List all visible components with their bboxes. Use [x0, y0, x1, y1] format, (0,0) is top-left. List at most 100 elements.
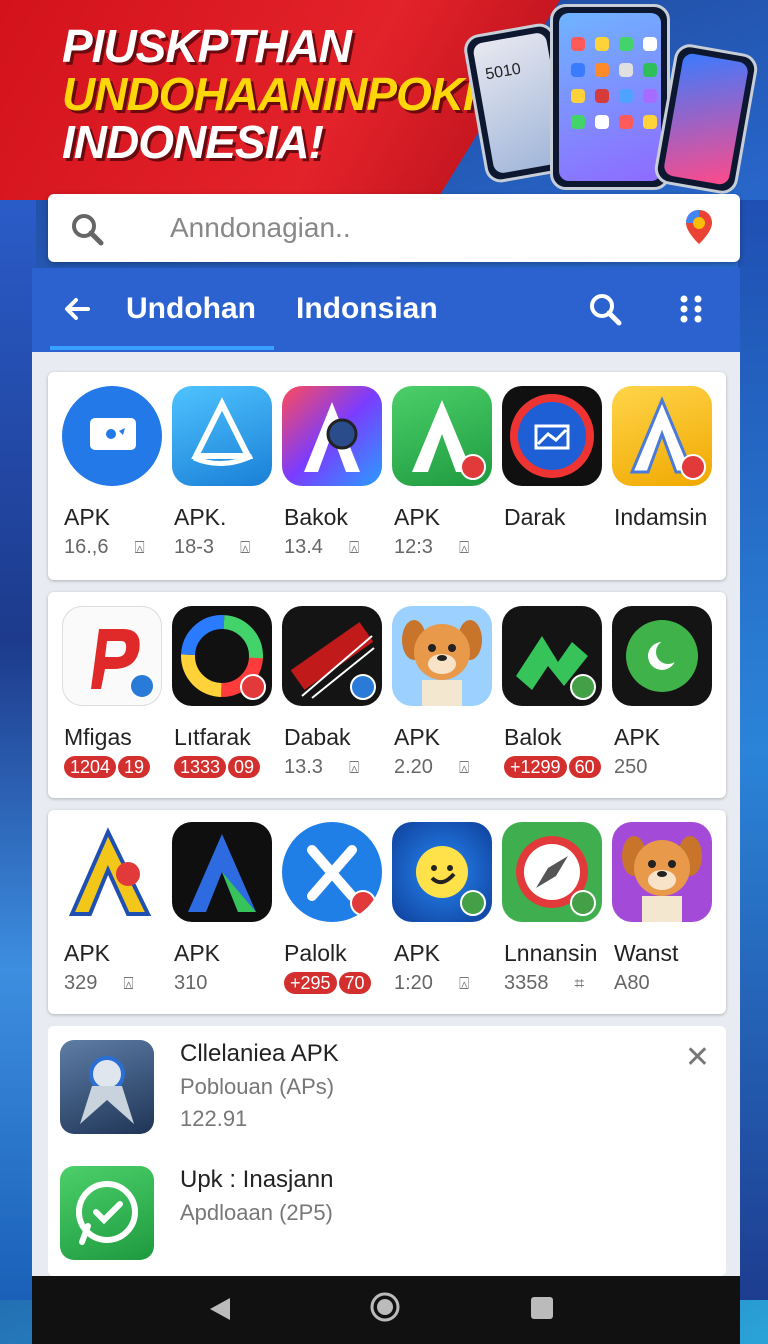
- app-size: A80: [614, 972, 650, 994]
- background-right: [738, 200, 768, 1300]
- app-size: 250: [614, 756, 648, 778]
- app-meta: 1204 19: [64, 756, 152, 779]
- download-icon: ⍓: [458, 974, 470, 993]
- app-name: Dabak: [284, 724, 351, 750]
- chat-bubble-icon: [62, 386, 162, 486]
- arrow-green-icon: [502, 606, 602, 706]
- grid-small-icon: ⌗: [574, 974, 585, 993]
- app-meta: +295 70: [284, 972, 373, 995]
- app-name: APK: [394, 724, 441, 750]
- search-icon[interactable]: [588, 292, 622, 331]
- nav-recents-icon[interactable]: [528, 1294, 556, 1327]
- count-pill: 19: [118, 756, 151, 778]
- app-size: 2.20: [394, 756, 433, 778]
- main-content: Undohan Indonsian APK 16.,6 ⍓ APK. 18-3 ⍓: [32, 268, 740, 1278]
- search-input[interactable]: Anndonagian..: [170, 212, 351, 244]
- dog-icon: [392, 606, 492, 706]
- letter-a-blue-icon: [172, 822, 272, 922]
- moon-badge-icon: [612, 606, 712, 706]
- app-name: APK: [174, 940, 221, 966]
- app-meta: A80: [614, 972, 650, 995]
- letter-a-yellow-icon: [612, 386, 712, 486]
- search-icon: [70, 212, 104, 251]
- app-meta: 13.3 ⍓: [284, 756, 359, 779]
- banner-line-1: PIUSKPTHAN: [62, 20, 352, 72]
- app-name: APK: [394, 940, 441, 966]
- list-item[interactable]: Upk : Inasjann Apdloaan (2P5): [60, 1166, 700, 1266]
- app-name: APK: [614, 724, 661, 750]
- update-title: Upk : Inasjann: [180, 1166, 334, 1193]
- app-name: Bakok: [284, 504, 348, 530]
- app-meta: 12:3 ⍓: [394, 536, 469, 559]
- app-meta: 2.20 ⍓: [394, 756, 469, 779]
- grid-menu-icon[interactable]: [678, 294, 704, 329]
- app-meta: 1333 09: [174, 756, 262, 779]
- back-arrow-icon[interactable]: [62, 294, 92, 329]
- tab-undohan[interactable]: Undohan: [126, 292, 256, 326]
- search-bar[interactable]: Anndonagian..: [48, 194, 740, 262]
- updates-list: ✕ Cllelaniea APK Poblouan (APs) 122.91 U…: [48, 1026, 726, 1276]
- app-size: 329: [64, 972, 98, 994]
- size-pill: +1299: [504, 756, 567, 778]
- app-size: 12:3: [394, 536, 433, 558]
- count-pill: 60: [568, 756, 601, 778]
- topa-icon: [282, 606, 382, 706]
- update-subtitle: Apdloaan (2P5): [180, 1200, 333, 1225]
- app-meta: 3358 ⌗: [504, 972, 584, 995]
- update-title: Cllelaniea APK: [180, 1040, 339, 1067]
- nav-home-icon[interactable]: [368, 1290, 402, 1329]
- background-left: [0, 200, 36, 1300]
- app-size: 310: [174, 972, 208, 994]
- phone-center-image: [550, 4, 670, 190]
- app-meta: +1299 60: [504, 756, 603, 779]
- letter-x-icon: [282, 822, 382, 922]
- dog-icon: [612, 822, 712, 922]
- app-meta: 13.4 ⍓: [284, 536, 359, 559]
- app-size: 3358: [504, 972, 549, 994]
- download-icon: ⍓: [134, 538, 145, 557]
- sail-icon: [172, 386, 272, 486]
- app-name: APK: [64, 940, 111, 966]
- colorwheel-icon: [172, 606, 272, 706]
- letter-a-rainbow-icon: [62, 822, 162, 922]
- download-icon: ⍓: [240, 538, 251, 557]
- app-name: Lnnansin: [504, 940, 598, 966]
- app-row-card: APK 16.,6 ⍓ APK. 18-3 ⍓ Bakok 13.4 ⍓ APK 12…: [48, 372, 726, 580]
- banner-title: PIUSKPTHAN UNDOHAANINPOKIO INDONESIA!: [62, 20, 511, 168]
- download-icon: ⍓: [458, 758, 470, 777]
- download-icon: ⍓: [348, 758, 360, 777]
- count-pill: 70: [338, 972, 371, 994]
- banner-line-3: INDONESIA!: [62, 116, 324, 168]
- app-name: APK: [64, 504, 111, 530]
- app-size: 13.4: [284, 536, 323, 558]
- chart-circle-icon: [502, 386, 602, 486]
- letter-p-icon: [62, 606, 162, 706]
- app-meta: 310: [174, 972, 207, 995]
- app-name: Lıtfarak: [174, 724, 251, 750]
- system-nav-bar: [32, 1276, 740, 1344]
- app-size: 13.3: [284, 756, 323, 778]
- whatsapp-icon: [60, 1166, 154, 1260]
- app-bar: Undohan Indonsian: [32, 268, 740, 352]
- download-icon: ⍓: [123, 974, 134, 993]
- update-size: 122.91: [180, 1106, 248, 1131]
- phones-illustration: 5010: [454, 4, 760, 197]
- download-icon: ⍓: [348, 538, 360, 557]
- nav-back-icon[interactable]: [206, 1294, 234, 1329]
- tab-indonsian[interactable]: Indonsian: [296, 292, 438, 326]
- letter-a-green-icon: [392, 386, 492, 486]
- list-item[interactable]: Cllelaniea APK Poblouan (APs) 122.91: [60, 1040, 700, 1140]
- app-name: Palolk: [284, 940, 347, 966]
- app-name: Indamsin: [614, 504, 708, 530]
- map-pin-icon[interactable]: [684, 208, 714, 251]
- banner-line-2: UNDOHAANINPOKIO: [62, 68, 511, 120]
- app-name: Wanst: [614, 940, 679, 966]
- update-subtitle: Poblouan (APs): [180, 1074, 335, 1099]
- app-name: Mfigas: [64, 724, 132, 750]
- app-name: APK.: [174, 504, 227, 530]
- app-row-card: APK 329 ⍓ APK 310 Palolk +295 70 APK 1:20 ⍓: [48, 810, 726, 1014]
- app-size: 1:20: [394, 972, 433, 994]
- app-name: Darak: [504, 504, 566, 530]
- sun-face-icon: [392, 822, 492, 922]
- active-tab-indicator: [50, 346, 274, 350]
